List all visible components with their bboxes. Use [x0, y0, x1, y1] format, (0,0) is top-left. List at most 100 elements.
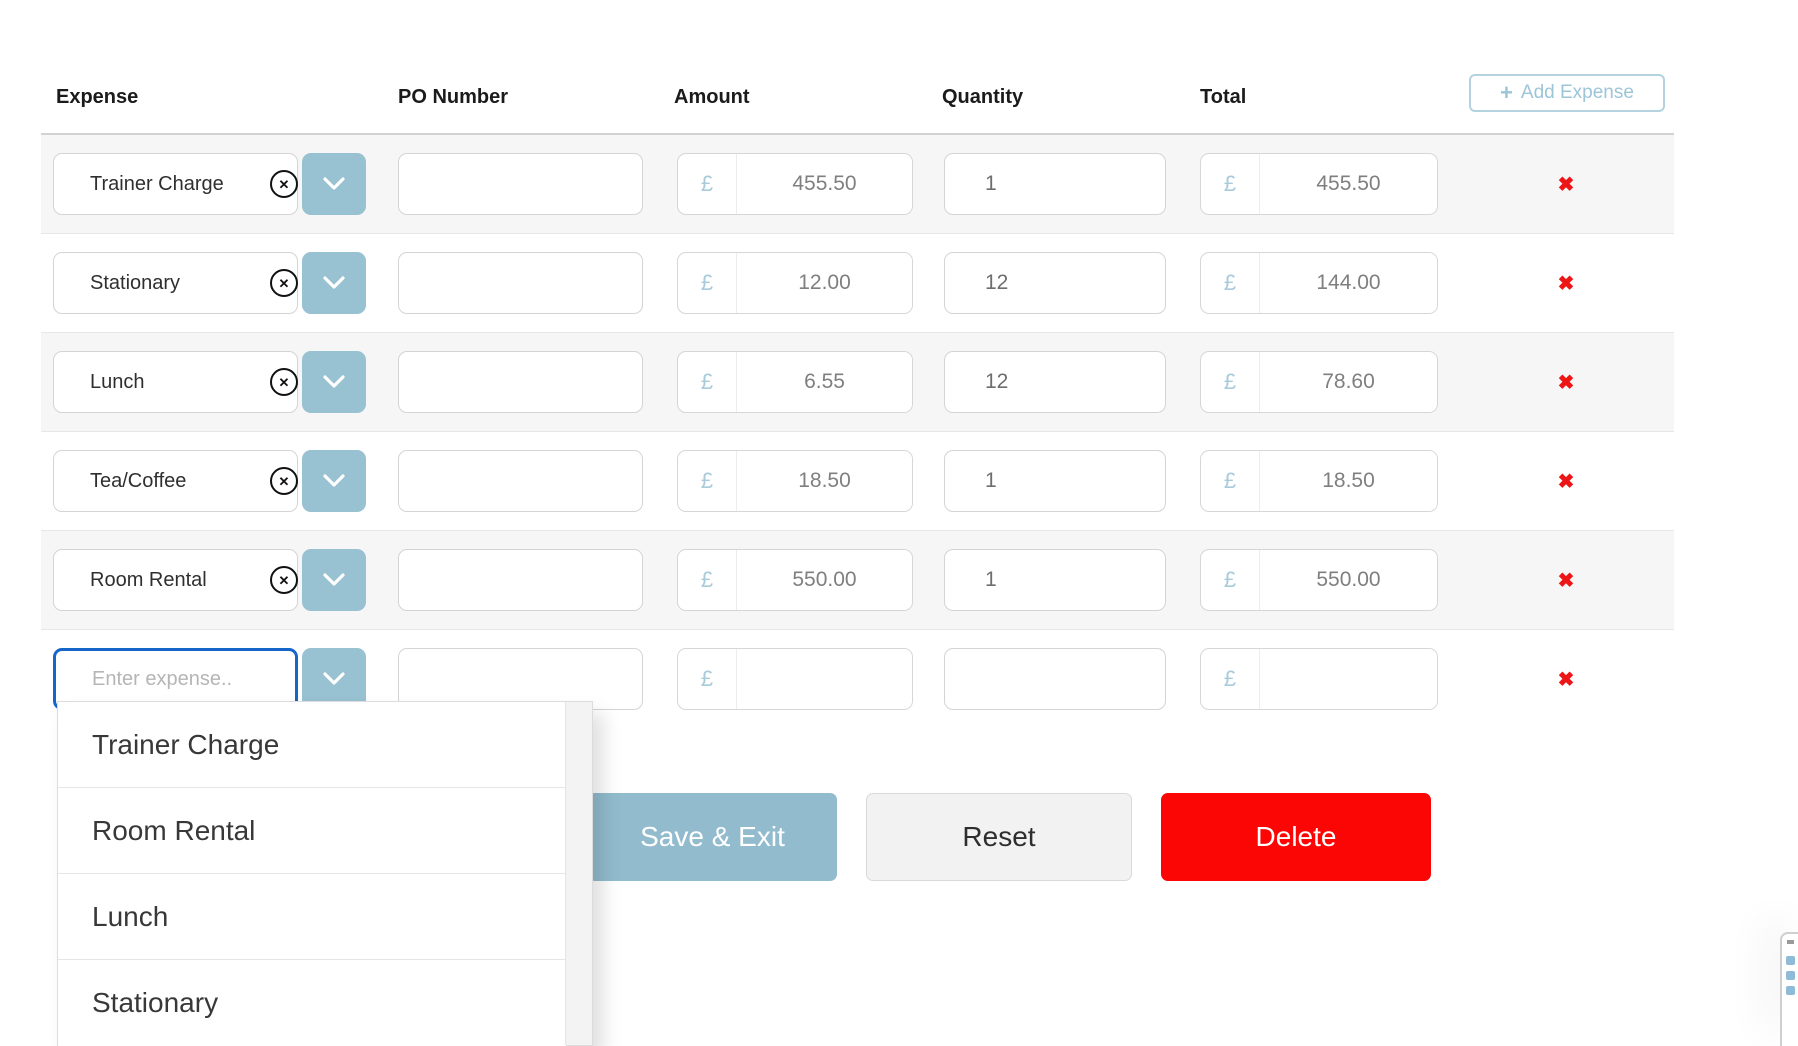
- column-header-total: Total: [1200, 86, 1246, 109]
- pound-symbol: £: [1201, 550, 1260, 610]
- amount-input[interactable]: [737, 352, 912, 412]
- expense-row: ✕ £ £ ✖: [41, 133, 1674, 233]
- pound-symbol: £: [1201, 649, 1260, 709]
- amount-field: £: [677, 153, 913, 215]
- dropdown-option[interactable]: Trainer Charge: [58, 702, 566, 788]
- dropdown-options-list: Trainer ChargeRoom RentalLunchStationary: [58, 702, 566, 1045]
- amount-input[interactable]: [737, 649, 912, 709]
- expense-name-input[interactable]: [53, 153, 298, 215]
- pound-symbol: £: [678, 154, 737, 214]
- expense-table: ✕ £ £ ✖ ✕: [41, 133, 1674, 728]
- quantity-input[interactable]: [944, 648, 1166, 710]
- add-expense-label: Add Expense: [1521, 82, 1634, 104]
- po-number-input[interactable]: [398, 549, 643, 611]
- clear-expense-icon[interactable]: ✕: [270, 566, 298, 594]
- pound-symbol: £: [678, 550, 737, 610]
- amount-field: £: [677, 549, 913, 611]
- expense-dropdown-toggle[interactable]: [302, 153, 366, 215]
- total-field: £: [1200, 549, 1438, 611]
- total-field: £: [1200, 450, 1438, 512]
- total-field: £: [1200, 153, 1438, 215]
- total-input[interactable]: [1260, 154, 1437, 214]
- remove-row-icon[interactable]: ✖: [1536, 369, 1596, 397]
- chevron-down-icon: [322, 672, 346, 686]
- remove-row-icon[interactable]: ✖: [1536, 567, 1596, 595]
- dropdown-option[interactable]: Lunch: [58, 874, 566, 960]
- delete-button[interactable]: Delete: [1161, 793, 1431, 881]
- quantity-input[interactable]: [944, 153, 1166, 215]
- expense-name-input[interactable]: [53, 549, 298, 611]
- pound-symbol: £: [678, 649, 737, 709]
- amount-field: £: [677, 450, 913, 512]
- total-input[interactable]: [1260, 451, 1437, 511]
- remove-row-icon[interactable]: ✖: [1536, 171, 1596, 199]
- total-field: £: [1200, 351, 1438, 413]
- total-field: £: [1200, 252, 1438, 314]
- po-number-input[interactable]: [398, 252, 643, 314]
- expense-name-input[interactable]: [53, 450, 298, 512]
- pound-symbol: £: [1201, 451, 1260, 511]
- corner-widget-panel: [1780, 932, 1798, 1046]
- amount-field: £: [677, 351, 913, 413]
- remove-row-icon[interactable]: ✖: [1536, 270, 1596, 298]
- clear-expense-icon[interactable]: ✕: [270, 170, 298, 198]
- quantity-input[interactable]: [944, 549, 1166, 611]
- widget-icon[interactable]: [1786, 986, 1795, 995]
- add-expense-button[interactable]: + Add Expense: [1469, 74, 1665, 112]
- chevron-down-icon: [322, 276, 346, 290]
- expense-dropdown-toggle[interactable]: [302, 549, 366, 611]
- expense-dropdown-menu: Trainer ChargeRoom RentalLunchStationary: [57, 701, 593, 1046]
- clear-expense-icon[interactable]: ✕: [270, 467, 298, 495]
- remove-row-icon[interactable]: ✖: [1536, 468, 1596, 496]
- total-input[interactable]: [1260, 550, 1437, 610]
- po-number-input[interactable]: [398, 351, 643, 413]
- expense-name-input[interactable]: [53, 252, 298, 314]
- amount-input[interactable]: [737, 253, 912, 313]
- amount-input[interactable]: [737, 154, 912, 214]
- amount-field: £: [677, 252, 913, 314]
- widget-icon[interactable]: [1786, 956, 1795, 965]
- pound-symbol: £: [1201, 154, 1260, 214]
- po-number-input[interactable]: [398, 450, 643, 512]
- pound-symbol: £: [678, 253, 737, 313]
- chevron-down-icon: [322, 474, 346, 488]
- quantity-input[interactable]: [944, 450, 1166, 512]
- column-header-po-number: PO Number: [398, 86, 508, 109]
- expense-dropdown-toggle[interactable]: [302, 450, 366, 512]
- quantity-input[interactable]: [944, 351, 1166, 413]
- remove-row-icon[interactable]: ✖: [1536, 666, 1596, 694]
- expense-row: ✕ £ £ ✖: [41, 530, 1674, 629]
- expense-name-input[interactable]: [53, 351, 298, 413]
- expense-dropdown-toggle[interactable]: [302, 252, 366, 314]
- po-number-input[interactable]: [398, 153, 643, 215]
- amount-field: £: [677, 648, 913, 710]
- amount-input[interactable]: [737, 550, 912, 610]
- expense-row: ✕ £ £ ✖: [41, 431, 1674, 530]
- expense-dropdown-toggle[interactable]: [302, 351, 366, 413]
- column-header-quantity: Quantity: [942, 86, 1023, 109]
- quantity-input[interactable]: [944, 252, 1166, 314]
- pound-symbol: £: [1201, 352, 1260, 412]
- chevron-down-icon: [322, 177, 346, 191]
- expense-row: ✕ £ £ ✖: [41, 332, 1674, 431]
- dropdown-option[interactable]: Room Rental: [58, 788, 566, 874]
- dropdown-scrollbar[interactable]: [565, 702, 592, 1045]
- total-input[interactable]: [1260, 352, 1437, 412]
- reset-button[interactable]: Reset: [866, 793, 1132, 881]
- expense-row: ✕ £ £ ✖: [41, 233, 1674, 332]
- amount-input[interactable]: [737, 451, 912, 511]
- pound-symbol: £: [1201, 253, 1260, 313]
- total-input[interactable]: [1260, 253, 1437, 313]
- save-exit-button[interactable]: Save & Exit: [588, 793, 837, 881]
- chevron-down-icon: [322, 573, 346, 587]
- clear-expense-icon[interactable]: ✕: [270, 269, 298, 297]
- clear-expense-icon[interactable]: ✕: [270, 368, 298, 396]
- widget-icon[interactable]: [1786, 971, 1795, 980]
- widget-handle-icon: [1787, 940, 1794, 944]
- plus-icon: +: [1500, 82, 1513, 104]
- total-input[interactable]: [1260, 649, 1437, 709]
- column-header-expense: Expense: [56, 86, 138, 109]
- pound-symbol: £: [678, 352, 737, 412]
- expense-editor-page: Expense PO Number Amount Quantity Total …: [0, 0, 1798, 1046]
- dropdown-option[interactable]: Stationary: [58, 960, 566, 1046]
